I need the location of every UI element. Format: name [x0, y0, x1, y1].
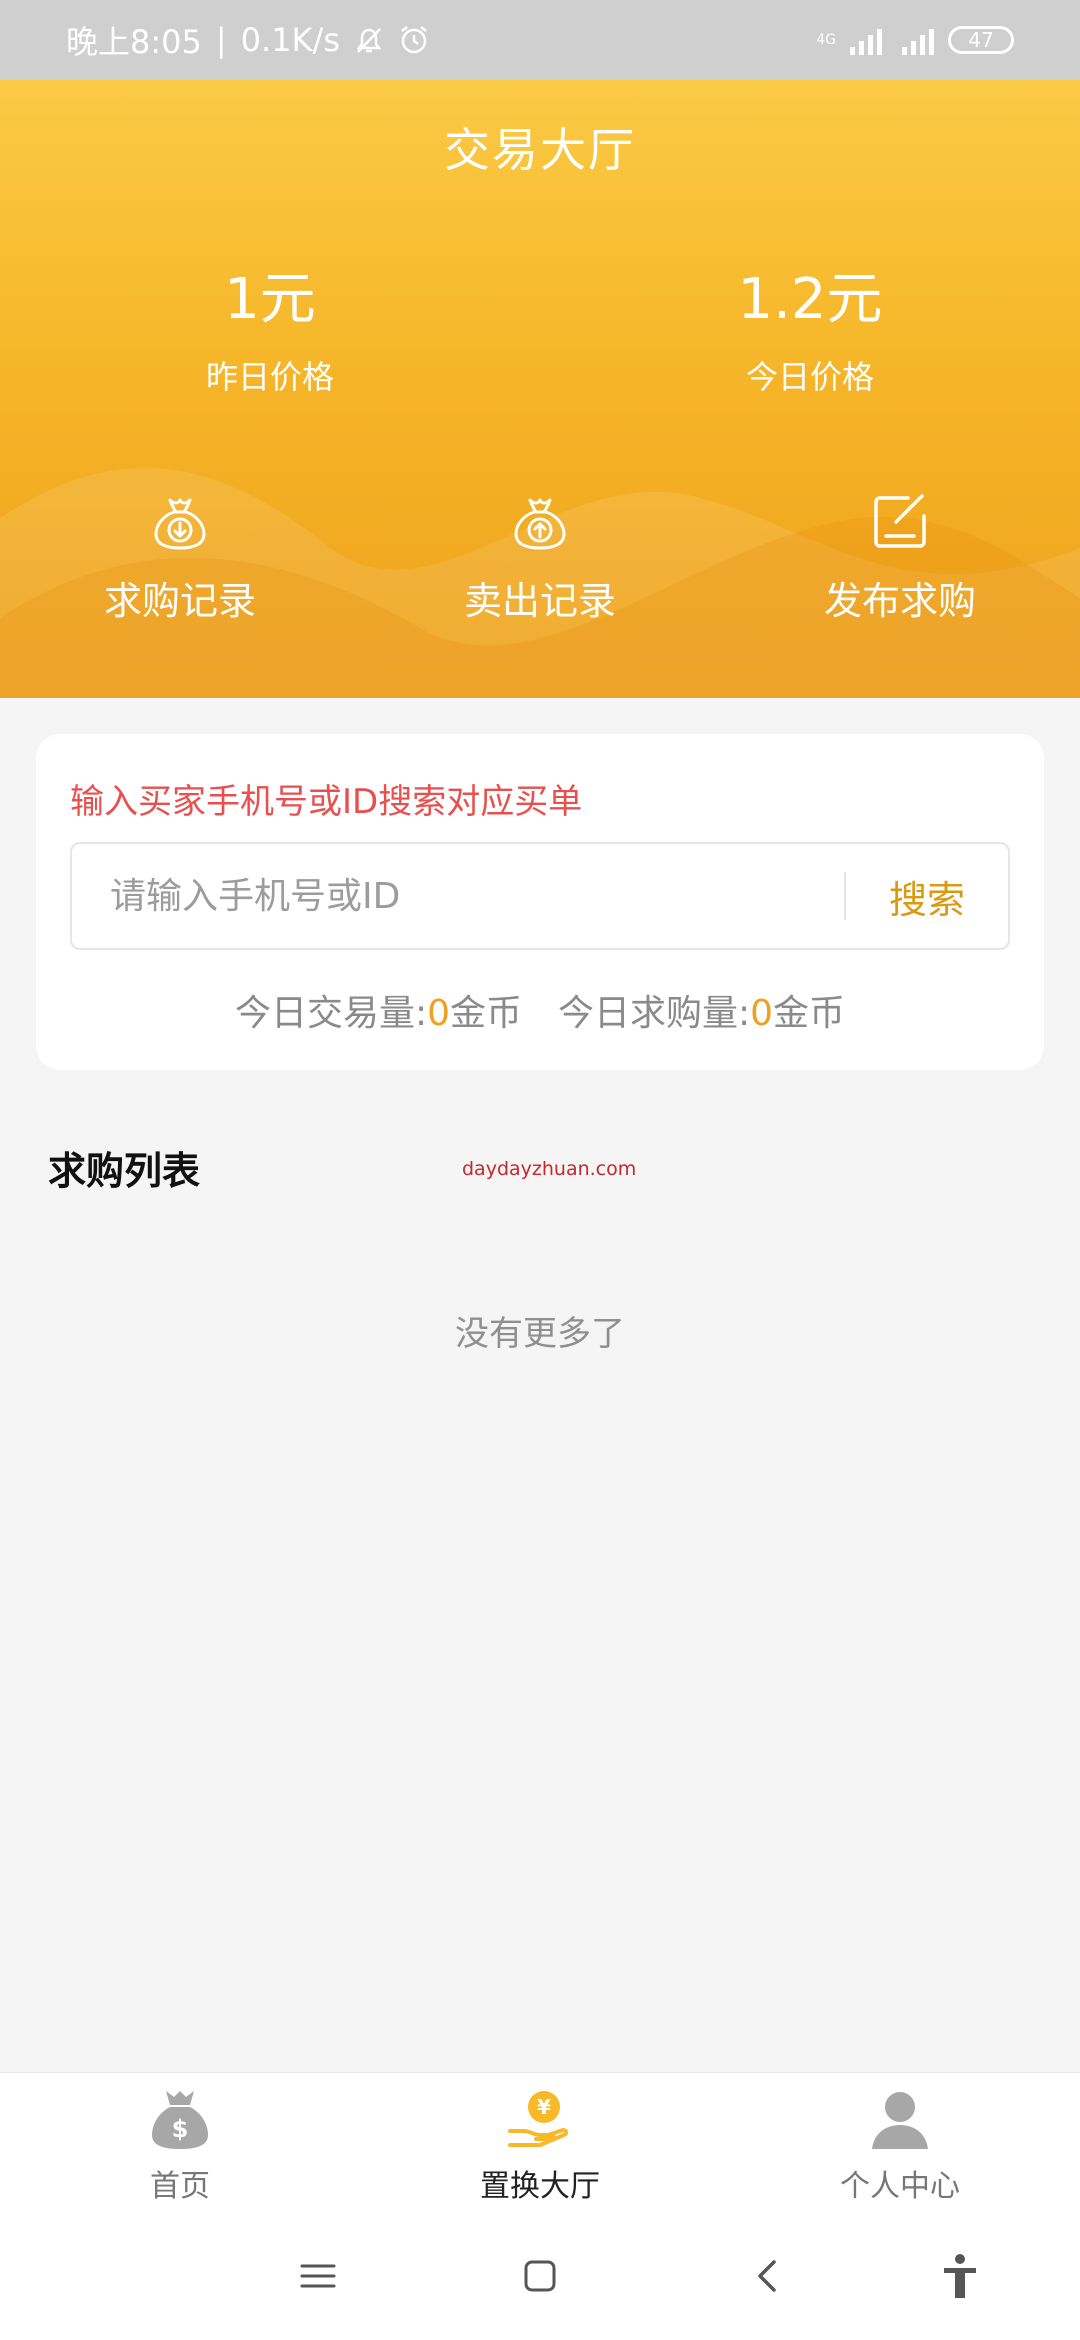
tab-exchange-hall-label: 置换大厅: [480, 2169, 600, 2204]
tab-profile-label: 个人中心: [840, 2169, 960, 2204]
daily-stats: 今日交易量:0金币 今日求购量:0金币: [36, 984, 1044, 1036]
coin-hand-icon: ¥: [508, 2091, 569, 2147]
page-title: 交易大厅: [444, 123, 636, 177]
network-type: 4G: [816, 32, 836, 48]
alarm-icon: [401, 26, 427, 54]
header: 交易大厅 1元 昨日价格 1.2元 今日价格 求购记录 卖出记录 发布求购: [0, 80, 1080, 698]
status-right: 4G 47: [816, 25, 1014, 55]
yesterday-price-label: 昨日价格: [205, 358, 334, 396]
status-separator: |: [215, 21, 227, 59]
search-hint: 输入买家手机号或ID搜索对应买单: [70, 782, 583, 822]
yesterday-price: 1元 昨日价格: [90, 272, 450, 398]
bag-down-icon: [154, 498, 206, 550]
system-nav-bar: [0, 2210, 1080, 2340]
menu-icon[interactable]: [290, 2248, 346, 2304]
buy-records-button[interactable]: 求购记录: [40, 490, 320, 625]
signal-icon: [902, 25, 934, 55]
search-card: 输入买家手机号或ID搜索对应买单 搜索 今日交易量:0金币今日求购量:0金币: [36, 734, 1044, 1070]
search-button[interactable]: 搜索: [846, 869, 1008, 924]
accessibility-icon[interactable]: [932, 2248, 988, 2304]
svg-text:$: $: [172, 2115, 189, 2143]
tab-profile[interactable]: 个人中心: [720, 2073, 1080, 2210]
watermark: daydayzhuan.com: [462, 1158, 637, 1180]
tab-home-label: 首页: [150, 2169, 210, 2204]
bag-up-icon: [514, 498, 566, 550]
svg-text:¥: ¥: [537, 2095, 551, 2119]
post-buy-request-label: 发布求购: [823, 579, 976, 623]
battery-icon: 47: [948, 26, 1014, 54]
trade-volume-value: 0: [427, 993, 450, 1034]
back-icon[interactable]: [740, 2248, 796, 2304]
search-box: 搜索: [70, 842, 1010, 950]
post-buy-request-button[interactable]: 发布求购: [760, 490, 1040, 625]
status-speed: 0.1K/s: [240, 21, 340, 59]
yesterday-price-value: 1元: [224, 267, 316, 332]
battery-level: 47: [968, 28, 994, 52]
today-price: 1.2元 今日价格: [630, 272, 990, 398]
home-icon[interactable]: [512, 2248, 568, 2304]
money-bag-icon: $: [152, 2091, 208, 2149]
empty-state: 没有更多了: [455, 1314, 625, 1354]
status-left: 晚上8:05 | 0.1K/s: [66, 17, 430, 63]
buy-records-label: 求购记录: [103, 579, 256, 623]
tab-home[interactable]: $ 首页: [0, 2073, 360, 2210]
buy-volume-unit: 金币: [773, 993, 846, 1034]
status-bar: 晚上8:05 | 0.1K/s 4G 47: [0, 0, 1080, 80]
sell-records-button[interactable]: 卖出记录: [400, 490, 680, 625]
sell-records-label: 卖出记录: [463, 579, 616, 623]
signal-icon: [850, 25, 882, 55]
buy-volume-label: 今日求购量:: [558, 993, 751, 1034]
trade-volume-unit: 金币: [449, 993, 522, 1034]
buy-list-title: 求购列表: [48, 1149, 201, 1193]
tab-exchange-hall[interactable]: ¥ 置换大厅: [360, 2073, 720, 2210]
user-icon: [872, 2092, 928, 2149]
status-time: 晚上8:05: [66, 23, 202, 61]
today-price-label: 今日价格: [745, 358, 874, 396]
search-input[interactable]: [72, 844, 844, 948]
tab-bar: $ 首页 ¥ 置换大厅 个人中心: [0, 2072, 1080, 2210]
trade-volume-label: 今日交易量:: [234, 993, 428, 1034]
mute-icon: [356, 28, 382, 53]
today-price-value: 1.2元: [737, 267, 883, 332]
buy-volume-value: 0: [750, 993, 774, 1034]
edit-icon: [874, 494, 926, 548]
